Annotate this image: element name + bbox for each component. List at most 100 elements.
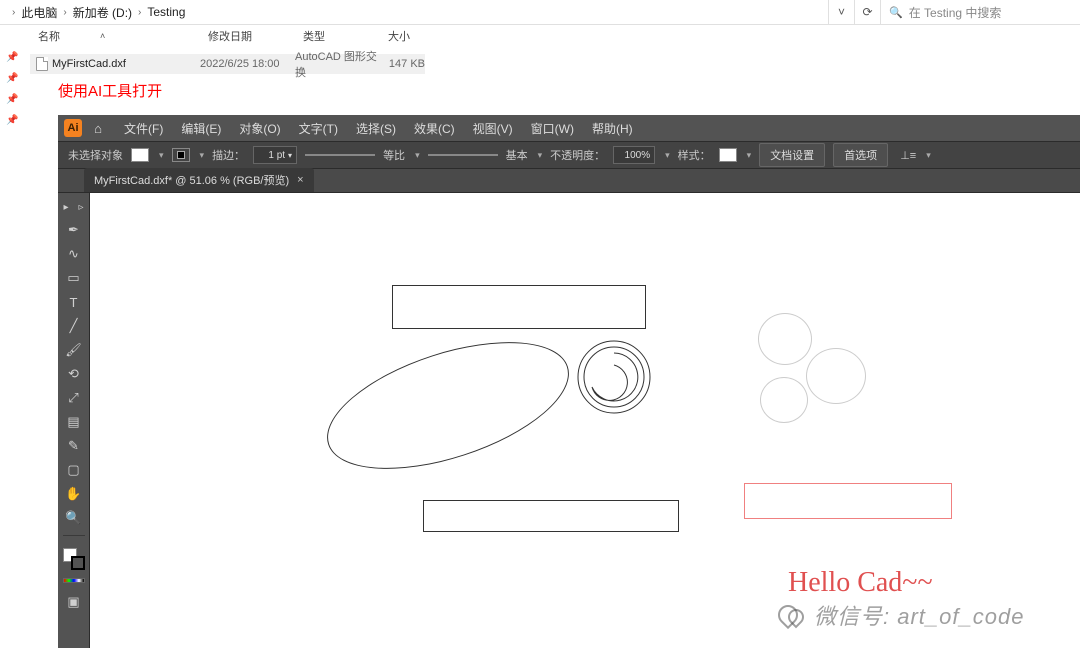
hand-tool[interactable]: ✋ — [62, 485, 86, 503]
breadcrumb[interactable]: › 此电脑 › 新加卷 (D:) › Testing — [0, 4, 828, 21]
align-icon[interactable]: ⊥≡ — [900, 149, 916, 162]
shape-rectangle-red[interactable] — [744, 483, 952, 519]
ai-control-bar: 未选择对象 ▾ ▾ 描边： 1 pt▾ 等比▾ 基本▾ 不透明度： 100%▾ … — [58, 141, 1080, 169]
brush-style-dropdown[interactable] — [428, 148, 498, 162]
file-size: 147 KB — [380, 58, 425, 70]
line-tool[interactable]: ╱ — [62, 317, 86, 335]
explorer-columns: 名称˄ 修改日期 类型 大小 — [30, 25, 1080, 47]
document-tab[interactable]: MyFirstCad.dxf* @ 51.06 % (RGB/预览) × — [84, 168, 314, 192]
pin-icon: 📌 — [6, 94, 18, 105]
watermark-text: 微信号: art_of_code — [814, 599, 1024, 631]
menu-effect[interactable]: 效果(C) — [406, 116, 463, 141]
column-date[interactable]: 修改日期 — [200, 28, 295, 44]
opacity-input[interactable]: 100% — [613, 146, 655, 164]
shape-rectangle[interactable] — [423, 500, 679, 532]
stroke-color-icon[interactable] — [71, 556, 85, 570]
chevron-down-icon[interactable]: ▾ — [200, 150, 205, 161]
eyedropper-tool[interactable]: ✎ — [62, 437, 86, 455]
breadcrumb-item[interactable]: 此电脑 — [21, 4, 57, 21]
uniform-label[interactable]: 等比 — [383, 147, 405, 163]
chevron-right-icon: › — [12, 7, 15, 18]
doc-setup-button[interactable]: 文档设置 — [759, 143, 825, 167]
annotation-text: 使用AI工具打开 — [58, 80, 162, 101]
file-name-cell: MyFirstCad.dxf — [30, 57, 200, 71]
selection-tool[interactable]: ▸ — [60, 199, 73, 215]
chevron-down-icon[interactable]: ▾ — [159, 150, 164, 161]
pen-tool[interactable]: ✒ — [62, 221, 86, 239]
explorer-address-bar: › 此电脑 › 新加卷 (D:) › Testing ˅ ⟳ 🔍 在 Testi… — [0, 0, 1080, 25]
stroke-style-dropdown[interactable] — [305, 148, 375, 162]
ai-menubar: Ai ⌂ 文件(F) 编辑(E) 对象(O) 文字(T) 选择(S) 效果(C)… — [58, 115, 1080, 141]
canvas-text[interactable]: Hello Cad~~ — [788, 567, 933, 599]
explorer-controls: ˅ ⟳ 🔍 在 Testing 中搜索 — [828, 0, 1080, 24]
basic-label[interactable]: 基本 — [506, 147, 528, 163]
rotate-tool[interactable]: ⟲ — [62, 365, 86, 383]
breadcrumb-item[interactable]: 新加卷 (D:) — [73, 4, 132, 21]
brush-tool[interactable]: 🖌 — [62, 341, 86, 359]
shape-ellipse[interactable] — [312, 317, 584, 495]
fill-stroke-indicator[interactable] — [63, 548, 85, 570]
screen-mode-tool[interactable]: ▣ — [62, 593, 86, 611]
close-icon[interactable]: × — [297, 174, 303, 186]
file-row[interactable]: MyFirstCad.dxf 2022/6/25 18:00 AutoCAD 图… — [30, 54, 425, 74]
file-type: AutoCAD 图形交换 — [295, 48, 380, 80]
direct-selection-tool[interactable]: ▹ — [75, 199, 88, 215]
watermark: 微信号: art_of_code — [778, 599, 1024, 631]
fill-swatch[interactable] — [131, 148, 149, 162]
column-type[interactable]: 类型 — [295, 28, 380, 44]
stroke-label: 描边： — [212, 147, 245, 163]
pinned-column: 📌 📌 📌 📌 — [6, 52, 18, 126]
toolbox: ▸ ▹ ✒ ∿ ▭ T ╱ 🖌 ⟲ ⤢ ▤ ✎ ▢ ✋ 🔍 ▣ — [58, 193, 90, 648]
rectangle-tool[interactable]: ▭ — [62, 269, 86, 287]
zoom-tool[interactable]: 🔍 — [62, 509, 86, 527]
search-input[interactable]: 🔍 在 Testing 中搜索 — [880, 0, 1080, 24]
document-tab-bar: MyFirstCad.dxf* @ 51.06 % (RGB/预览) × — [58, 169, 1080, 193]
file-name: MyFirstCad.dxf — [52, 58, 126, 70]
menu-select[interactable]: 选择(S) — [348, 116, 404, 141]
shape-circle[interactable] — [806, 348, 866, 404]
file-date: 2022/6/25 18:00 — [200, 58, 295, 70]
gradient-tool[interactable]: ▤ — [62, 413, 86, 431]
shape-circle[interactable] — [758, 313, 812, 365]
opacity-label: 不透明度： — [550, 147, 605, 163]
sort-asc-icon: ˄ — [100, 31, 105, 41]
menu-edit[interactable]: 编辑(E) — [173, 116, 229, 141]
pin-icon: 📌 — [6, 52, 18, 63]
chevron-right-icon: › — [138, 7, 141, 18]
divider — [63, 535, 85, 536]
shape-circle[interactable] — [760, 377, 808, 423]
chevron-down-icon: ▾ — [415, 150, 420, 161]
shape-spiral[interactable] — [574, 337, 654, 417]
home-icon[interactable]: ⌂ — [88, 118, 108, 138]
curvature-tool[interactable]: ∿ — [62, 245, 86, 263]
artboard-tool[interactable]: ▢ — [62, 461, 86, 479]
style-swatch[interactable] — [719, 148, 737, 162]
stroke-swatch[interactable] — [172, 148, 190, 162]
menu-type[interactable]: 文字(T) — [291, 116, 346, 141]
prefs-button[interactable]: 首选项 — [833, 143, 888, 167]
column-name[interactable]: 名称˄ — [30, 28, 200, 44]
chevron-down-icon[interactable]: ▾ — [665, 150, 670, 161]
stroke-weight-input[interactable]: 1 pt▾ — [253, 146, 297, 164]
column-size[interactable]: 大小 — [380, 28, 430, 44]
breadcrumb-item[interactable]: Testing — [147, 5, 185, 19]
ai-logo-icon: Ai — [64, 119, 82, 137]
pin-icon: 📌 — [6, 73, 18, 84]
wechat-icon — [778, 603, 808, 627]
history-dropdown-button[interactable]: ˅ — [828, 0, 854, 24]
type-tool[interactable]: T — [62, 293, 86, 311]
no-selection-label: 未选择对象 — [68, 147, 123, 163]
search-icon: 🔍 — [889, 6, 903, 19]
menu-object[interactable]: 对象(O) — [231, 116, 288, 141]
canvas[interactable]: Hello Cad~~ 微信号: art_of_code — [90, 193, 1080, 648]
menu-view[interactable]: 视图(V) — [465, 116, 521, 141]
chevron-down-icon[interactable]: ▾ — [747, 150, 752, 161]
menu-file[interactable]: 文件(F) — [116, 116, 171, 141]
color-mode-icon[interactable] — [63, 578, 85, 583]
menu-window[interactable]: 窗口(W) — [523, 116, 582, 141]
chevron-down-icon[interactable]: ▾ — [926, 150, 931, 161]
shape-rectangle[interactable] — [392, 285, 646, 329]
menu-help[interactable]: 帮助(H) — [584, 116, 641, 141]
refresh-button[interactable]: ⟳ — [854, 0, 880, 24]
scale-tool[interactable]: ⤢ — [62, 389, 86, 407]
